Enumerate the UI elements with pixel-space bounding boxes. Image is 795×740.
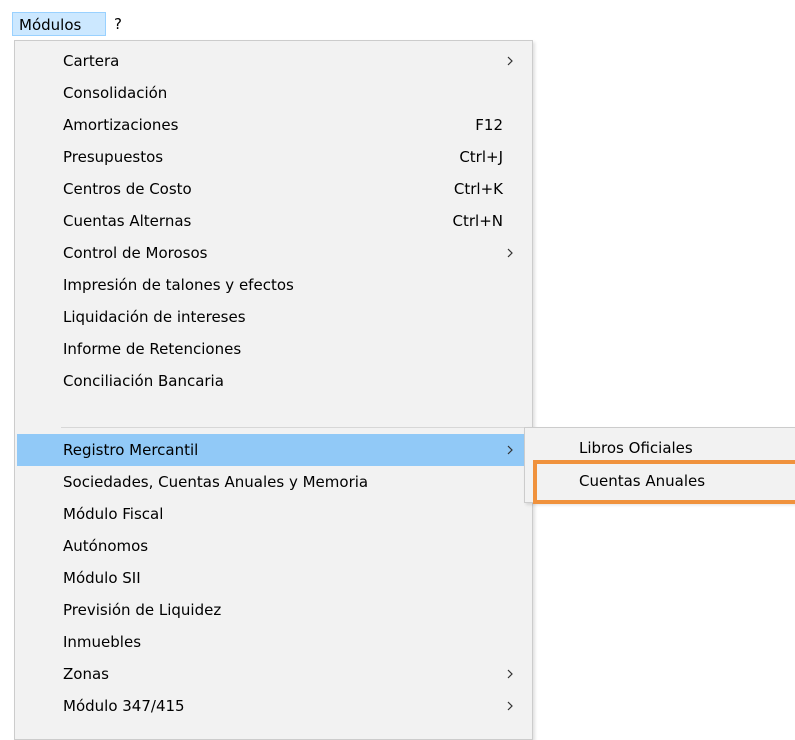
chevron-right-icon <box>506 658 514 690</box>
submenu-item-libros-oficiales[interactable]: Libros Oficiales <box>527 432 795 464</box>
menu-item-shortcut: Ctrl+K <box>453 180 503 198</box>
menu-item-conciliacion-bancaria[interactable]: Conciliación Bancaria <box>17 365 530 397</box>
menu-item-control-de-morosos[interactable]: Control de Morosos <box>17 237 530 269</box>
menu-item-inmuebles[interactable]: Inmuebles <box>17 626 530 658</box>
menu-item-autonomos[interactable]: Autónomos <box>17 530 530 562</box>
menu-item-label: Control de Morosos <box>63 244 208 262</box>
menu-item-label: Impresión de talones y efectos <box>63 276 294 294</box>
submenu-item-label: Cuentas Anuales <box>579 472 706 490</box>
menu-item-label: Conciliación Bancaria <box>63 372 224 390</box>
menu-item-label: Informe de Retenciones <box>63 340 242 358</box>
menu-item-label: Inmuebles <box>63 633 142 651</box>
menu-item-sociedades[interactable]: Sociedades, Cuentas Anuales y Memoria <box>17 466 530 498</box>
menu-item-label: Autónomos <box>63 537 149 555</box>
menu-item-label: Sociedades, Cuentas Anuales y Memoria <box>63 473 369 491</box>
menubar-modulos-label: Módulos <box>19 16 82 34</box>
menu-item-label: Registro Mercantil <box>63 441 199 459</box>
menu-item-liquidacion-intereses[interactable]: Liquidación de intereses <box>17 301 530 333</box>
menu-item-label: Amortizaciones <box>63 116 179 134</box>
chevron-right-icon <box>506 690 514 722</box>
menu-item-label: Módulo 347/415 <box>63 697 185 715</box>
menu-item-shortcut: F12 <box>475 116 503 134</box>
menu-item-prevision-liquidez[interactable]: Previsión de Liquidez <box>17 594 530 626</box>
menu-item-zonas[interactable]: Zonas <box>17 658 530 690</box>
menu-item-presupuestos[interactable]: Presupuestos Ctrl+J <box>17 141 530 173</box>
registro-mercantil-submenu: Libros Oficiales Cuentas Anuales <box>524 427 795 503</box>
menu-item-modulo-fiscal[interactable]: Módulo Fiscal <box>17 498 530 530</box>
menu-item-amortizaciones[interactable]: Amortizaciones F12 <box>17 109 530 141</box>
menu-item-label: Cuentas Alternas <box>63 212 192 230</box>
menu-item-shortcut: Ctrl+J <box>459 148 503 166</box>
menu-item-consolidacion[interactable]: Consolidación <box>17 77 530 109</box>
submenu-item-label: Libros Oficiales <box>579 439 693 457</box>
menu-item-modulo-sii[interactable]: Módulo SII <box>17 562 530 594</box>
modulos-dropdown-menu: Cartera Consolidación Amortizaciones F12… <box>14 40 533 740</box>
menu-item-cuentas-alternas[interactable]: Cuentas Alternas Ctrl+N <box>17 205 530 237</box>
menu-item-label: Liquidación de intereses <box>63 308 246 326</box>
menu-item-cartera[interactable]: Cartera <box>17 45 530 77</box>
menubar-help-label: ? <box>114 15 122 33</box>
menubar-modulos[interactable]: Módulos <box>12 12 106 36</box>
menubar-help[interactable]: ? <box>108 12 136 36</box>
menu-item-label: Módulo SII <box>63 569 141 587</box>
menu-item-label: Previsión de Liquidez <box>63 601 222 619</box>
menu-item-modulo-347-415[interactable]: Módulo 347/415 <box>17 690 530 722</box>
menu-item-informe-retenciones[interactable]: Informe de Retenciones <box>17 333 530 365</box>
menu-item-label: Presupuestos <box>63 148 164 166</box>
chevron-right-icon <box>506 45 514 77</box>
chevron-right-icon <box>506 434 514 466</box>
menu-item-label: Cartera <box>63 52 120 70</box>
menu-separator <box>61 427 528 428</box>
menu-item-label: Zonas <box>63 665 109 683</box>
menu-item-label: Módulo Fiscal <box>63 505 164 523</box>
chevron-right-icon <box>506 237 514 269</box>
menu-item-label: Consolidación <box>63 84 168 102</box>
menu-item-impresion-talones[interactable]: Impresión de talones y efectos <box>17 269 530 301</box>
menu-item-centros-de-costo[interactable]: Centros de Costo Ctrl+K <box>17 173 530 205</box>
menu-item-shortcut: Ctrl+N <box>452 212 503 230</box>
menu-item-registro-mercantil[interactable]: Registro Mercantil <box>17 434 530 466</box>
submenu-item-cuentas-anuales[interactable]: Cuentas Anuales <box>527 465 795 497</box>
menu-item-label: Centros de Costo <box>63 180 192 198</box>
menu-bar: Módulos ? <box>0 0 795 38</box>
